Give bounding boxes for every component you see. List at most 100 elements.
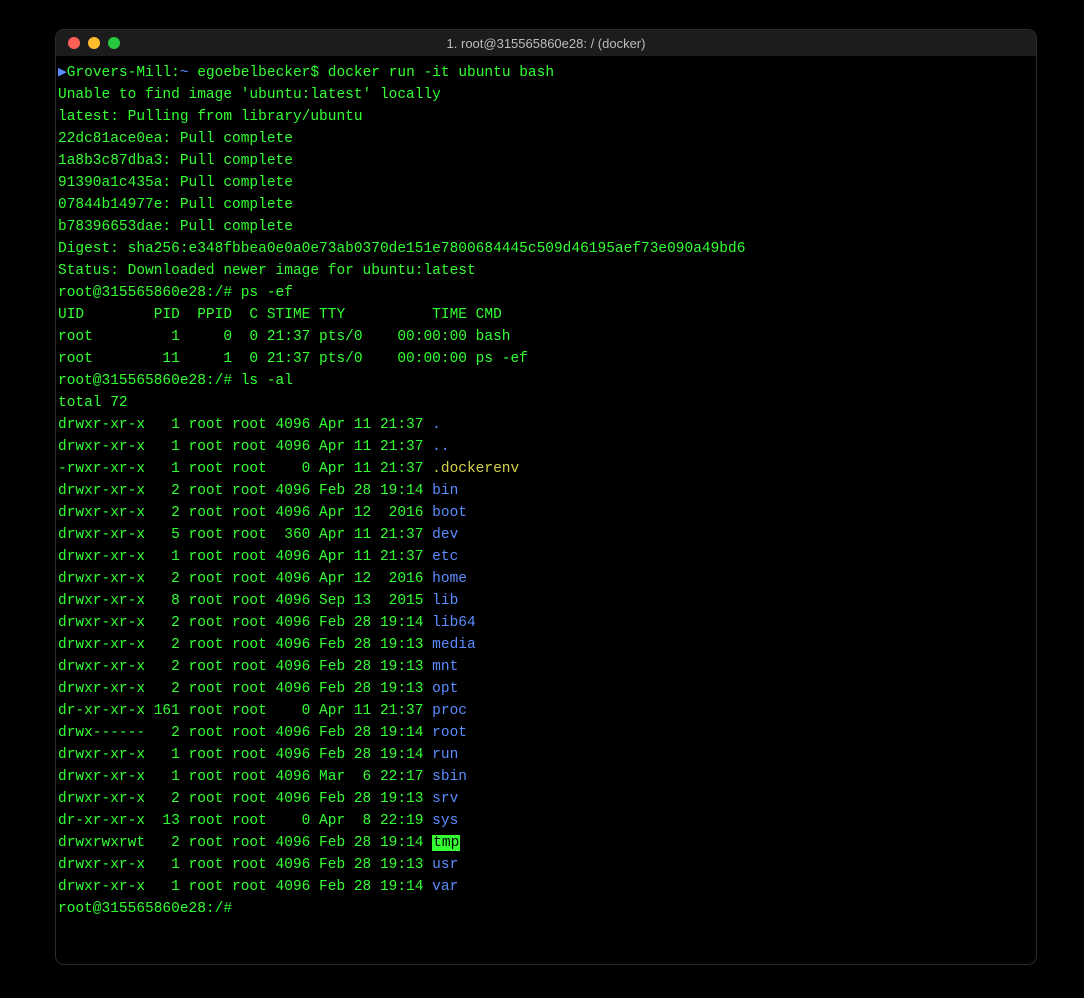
ls-entry-line: drwxr-xr-x 5 root root 360 Apr 11 21:37 … xyxy=(58,524,1036,546)
pull-output: Status: Downloaded newer image for ubunt… xyxy=(58,263,476,279)
ls-meta: drwxr-xr-x 2 root root 4096 Feb 28 19:13 xyxy=(58,659,432,675)
ls-meta: drwxr-xr-x 1 root root 4096 Feb 28 19:13 xyxy=(58,857,432,873)
ls-entry-line: drwxr-xr-x 1 root root 4096 Feb 28 19:14… xyxy=(58,876,1036,898)
ls-total-line: total 72 xyxy=(58,392,1036,414)
pull-line: 07844b14977e: Pull complete xyxy=(58,194,1036,216)
ls-entry-line: drwxr-xr-x 1 root root 4096 Apr 11 21:37… xyxy=(58,546,1036,568)
ls-meta: drwxr-xr-x 2 root root 4096 Feb 28 19:13 xyxy=(58,681,432,697)
terminal-window: 1. root@315565860e28: / (docker) ▶Grover… xyxy=(56,30,1036,964)
ls-meta: drwxr-xr-x 2 root root 4096 Feb 28 19:13 xyxy=(58,791,432,807)
ls-meta: drwxr-xr-x 1 root root 4096 Feb 28 19:14 xyxy=(58,747,432,763)
minimize-button[interactable] xyxy=(88,37,100,49)
user-name: egoebelbecker xyxy=(189,65,311,81)
pull-output: 91390a1c435a: Pull complete xyxy=(58,175,293,191)
terminal-body[interactable]: ▶Grovers-Mill:~ egoebelbecker$ docker ru… xyxy=(56,56,1036,920)
ls-name: lib64 xyxy=(432,615,476,631)
ls-meta: drwxr-xr-x 2 root root 4096 Apr 12 2016 xyxy=(58,505,432,521)
ps-row-line: root 1 0 0 21:37 pts/0 00:00:00 bash xyxy=(58,326,1036,348)
ps-row: root 1 0 0 21:37 pts/0 00:00:00 bash xyxy=(58,329,510,345)
ls-name: mnt xyxy=(432,659,458,675)
ls-entry-line: drwxr-xr-x 2 root root 4096 Apr 12 2016 … xyxy=(58,568,1036,590)
ls-entry-line: dr-xr-xr-x 161 root root 0 Apr 11 21:37 … xyxy=(58,700,1036,722)
ls-meta: dr-xr-xr-x 13 root root 0 Apr 8 22:19 xyxy=(58,813,432,829)
ls-entry-line: drwxr-xr-x 1 root root 4096 Apr 11 21:37… xyxy=(58,436,1036,458)
ls-name: .dockerenv xyxy=(432,461,519,477)
ls-meta: drwxr-xr-x 2 root root 4096 Feb 28 19:14 xyxy=(58,615,432,631)
ls-name: usr xyxy=(432,857,458,873)
ls-meta: drwxr-xr-x 1 root root 4096 Apr 11 21:37 xyxy=(58,549,432,565)
pull-line: b78396653dae: Pull complete xyxy=(58,216,1036,238)
ls-meta: drwxr-xr-x 2 root root 4096 Feb 28 19:13 xyxy=(58,637,432,653)
window-title: 1. root@315565860e28: / (docker) xyxy=(56,36,1036,51)
pull-line: latest: Pulling from library/ubuntu xyxy=(58,106,1036,128)
ls-meta: drwxr-xr-x 5 root root 360 Apr 11 21:37 xyxy=(58,527,432,543)
ls-name: etc xyxy=(432,549,458,565)
ls-entry-line: drwxrwxrwt 2 root root 4096 Feb 28 19:14… xyxy=(58,832,1036,854)
pull-line: Digest: sha256:e348fbbea0e0a0e73ab0370de… xyxy=(58,238,1036,260)
ls-entry-line: drwxr-xr-x 1 root root 4096 Feb 28 19:14… xyxy=(58,744,1036,766)
ps-header-line: UID PID PPID C STIME TTY TIME CMD xyxy=(58,304,1036,326)
ps-header: UID PID PPID C STIME TTY TIME CMD xyxy=(58,307,502,323)
titlebar: 1. root@315565860e28: / (docker) xyxy=(56,30,1036,56)
ls-entry-line: drwxr-xr-x 8 root root 4096 Sep 13 2015 … xyxy=(58,590,1036,612)
prompt-symbol: $ xyxy=(310,65,327,81)
pull-output: 1a8b3c87dba3: Pull complete xyxy=(58,153,293,169)
pull-output: b78396653dae: Pull complete xyxy=(58,219,293,235)
ls-name: tmp xyxy=(432,835,460,851)
pull-output: 07844b14977e: Pull complete xyxy=(58,197,293,213)
container-prompt: root@315565860e28:/# xyxy=(58,901,241,917)
ls-entry-line: drwxr-xr-x 2 root root 4096 Feb 28 19:14… xyxy=(58,480,1036,502)
ls-name: media xyxy=(432,637,476,653)
ps-row: root 11 1 0 21:37 pts/0 00:00:00 ps -ef xyxy=(58,351,528,367)
ls-entry-line: drwxr-xr-x 1 root root 4096 Apr 11 21:37… xyxy=(58,414,1036,436)
container-prompt-line: root@315565860e28:/# ls -al xyxy=(58,370,1036,392)
ls-entry-line: -rwxr-xr-x 1 root root 0 Apr 11 21:37 .d… xyxy=(58,458,1036,480)
ls-name: . xyxy=(432,417,441,433)
ls-entry-line: drwxr-xr-x 2 root root 4096 Apr 12 2016 … xyxy=(58,502,1036,524)
ls-meta: -rwxr-xr-x 1 root root 0 Apr 11 21:37 xyxy=(58,461,432,477)
pull-line: Status: Downloaded newer image for ubunt… xyxy=(58,260,1036,282)
pull-output: 22dc81ace0ea: Pull complete xyxy=(58,131,293,147)
ps-command: ps -ef xyxy=(241,285,293,301)
ls-name: home xyxy=(432,571,467,587)
container-prompt: root@315565860e28:/# xyxy=(58,285,241,301)
ls-meta: drwxr-xr-x 1 root root 4096 Feb 28 19:14 xyxy=(58,879,432,895)
pull-line: 91390a1c435a: Pull complete xyxy=(58,172,1036,194)
ls-meta: drwxr-xr-x 1 root root 4096 Mar 6 22:17 xyxy=(58,769,432,785)
ls-total: total 72 xyxy=(58,395,128,411)
ls-meta: drwxr-xr-x 2 root root 4096 Apr 12 2016 xyxy=(58,571,432,587)
prompt-arrow-icon: ▶ xyxy=(58,65,67,81)
ls-meta: dr-xr-xr-x 161 root root 0 Apr 11 21:37 xyxy=(58,703,432,719)
pull-output: latest: Pulling from library/ubuntu xyxy=(58,109,363,125)
ls-entry-line: drwxr-xr-x 2 root root 4096 Feb 28 19:13… xyxy=(58,656,1036,678)
ps-row-line: root 11 1 0 21:37 pts/0 00:00:00 ps -ef xyxy=(58,348,1036,370)
maximize-button[interactable] xyxy=(108,37,120,49)
ls-name: opt xyxy=(432,681,458,697)
docker-run-command: docker run -it ubuntu bash xyxy=(328,65,554,81)
ls-meta: drwxr-xr-x 2 root root 4096 Feb 28 19:14 xyxy=(58,483,432,499)
ls-name: lib xyxy=(432,593,458,609)
ls-name: dev xyxy=(432,527,458,543)
ls-entry-line: drwxr-xr-x 2 root root 4096 Feb 28 19:14… xyxy=(58,612,1036,634)
ls-meta: drwxr-xr-x 8 root root 4096 Sep 13 2015 xyxy=(58,593,432,609)
container-prompt-line: root@315565860e28:/# ps -ef xyxy=(58,282,1036,304)
ls-meta: drwxrwxrwt 2 root root 4096 Feb 28 19:14 xyxy=(58,835,432,851)
ls-name: sys xyxy=(432,813,458,829)
container-prompt-line: root@315565860e28:/# xyxy=(58,898,1036,920)
ls-name: var xyxy=(432,879,458,895)
pull-output: Unable to find image 'ubuntu:latest' loc… xyxy=(58,87,441,103)
pull-line: 22dc81ace0ea: Pull complete xyxy=(58,128,1036,150)
host-name: Grovers-Mill: xyxy=(67,65,180,81)
ls-command: ls -al xyxy=(241,373,293,389)
ls-name: run xyxy=(432,747,458,763)
ls-name: boot xyxy=(432,505,467,521)
cwd: ~ xyxy=(180,65,189,81)
ls-name: root xyxy=(432,725,467,741)
ls-meta: drwx------ 2 root root 4096 Feb 28 19:14 xyxy=(58,725,432,741)
ls-name: srv xyxy=(432,791,458,807)
ls-meta: drwxr-xr-x 1 root root 4096 Apr 11 21:37 xyxy=(58,439,432,455)
ls-entry-line: drwxr-xr-x 1 root root 4096 Feb 28 19:13… xyxy=(58,854,1036,876)
ls-name: proc xyxy=(432,703,467,719)
ls-name: bin xyxy=(432,483,458,499)
close-button[interactable] xyxy=(68,37,80,49)
